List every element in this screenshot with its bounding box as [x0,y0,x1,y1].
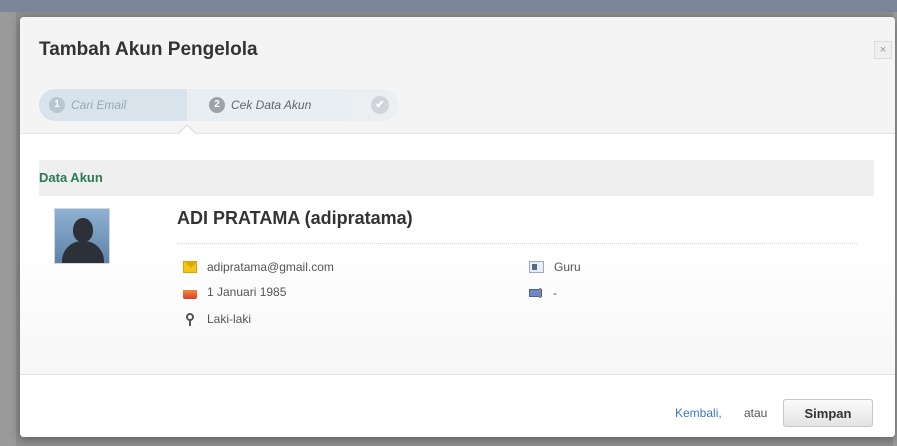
save-button[interactable]: Simpan [783,399,873,427]
other-value: - [553,286,557,300]
id-card-icon [529,261,544,273]
step-number: 2 [209,97,225,113]
birth-date-value: 1 Januari 1985 [207,285,287,299]
envelope-icon [183,261,197,273]
step-label: Cek Data Akun [231,98,312,112]
avatar-body [62,241,104,263]
other-row: - [529,286,557,300]
step-number: 1 [49,97,65,113]
wizard-step-check-account: 2 Cek Data Akun [187,89,347,121]
avatar [54,208,110,264]
birth-date-row: 1 Januari 1985 [183,285,286,299]
modal-title: Tambah Akun Pengelola [39,39,258,60]
divider [177,243,857,244]
role-value: Guru [554,260,581,274]
wizard-step-finish: ✔ [347,89,399,121]
or-text: atau [744,406,768,420]
add-manager-modal: Tambah Akun Pengelola × 1 Cari Email 2 C… [20,17,895,437]
avatar-head [73,218,93,242]
modal-footer: Kembali, atau Simpan [20,374,895,437]
backdrop-left-strip [0,12,16,446]
section-header: Data Akun [39,160,874,196]
gender-row: Laki-laki [183,312,251,326]
section-title: Data Akun [39,170,103,185]
step-label: Cari Email [71,98,127,112]
modal-header: Tambah Akun Pengelola × 1 Cari Email 2 C… [20,17,895,134]
gender-value: Laki-laki [207,312,252,326]
email-row: adipratama@gmail.com [183,260,334,274]
cake-icon [183,285,197,299]
account-display-name: ADI PRATAMA (adipratama) [177,208,413,228]
role-row: Guru [529,260,581,274]
wizard-step-search-email[interactable]: 1 Cari Email [39,89,187,121]
check-icon: ✔ [371,96,389,114]
gender-icon [185,312,195,326]
account-data-panel [20,196,895,374]
back-link[interactable]: Kembali, [675,406,722,420]
close-button[interactable]: × [874,41,892,59]
wizard-steps: 1 Cari Email 2 Cek Data Akun ✔ [39,89,399,121]
flag-icon [529,288,543,298]
step-pointer [178,126,196,135]
email-value: adipratama@gmail.com [207,260,334,274]
